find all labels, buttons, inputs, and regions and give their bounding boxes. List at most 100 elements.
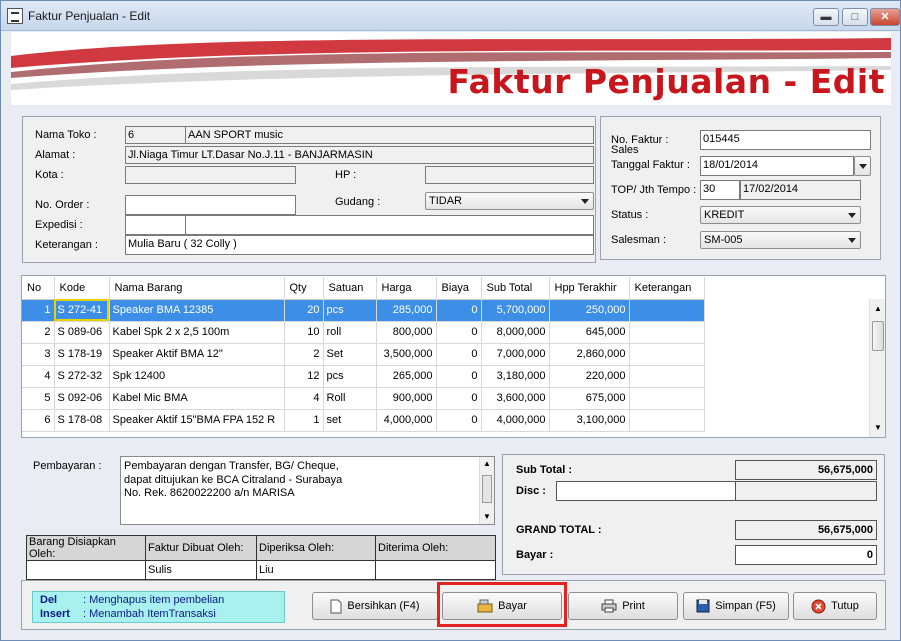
simpan-button[interactable]: Simpan (F5) [683,592,789,620]
col-no[interactable]: No [22,277,55,300]
col-nama-barang[interactable]: Nama Barang [109,277,285,300]
nama-toko-field[interactable]: AAN SPORT music [185,126,594,144]
table-row[interactable]: 2 S 089-06 Kabel Spk 2 x 2,5 100m 10 rol… [22,321,705,344]
cell-harga[interactable]: 4,000,000 [376,409,437,432]
cell-qty[interactable]: 2 [284,343,324,366]
gudang-select[interactable]: TIDAR [425,192,594,210]
keterangan-input[interactable]: Mulia Baru ( 32 Colly ) [125,235,594,255]
cell-nama-barang[interactable]: Spk 12400 [109,365,285,388]
cell-biaya[interactable]: 0 [436,365,482,388]
pembayaran-textarea[interactable]: Pembayaran dengan Transfer, BG/ Cheque, … [120,456,495,525]
cell-kode[interactable]: S 089-06 [54,321,110,344]
col-sub-total[interactable]: Sub Total [481,277,550,300]
cell-nama-barang[interactable]: Speaker BMA 12385 [109,299,285,322]
cell-nama-barang[interactable]: Kabel Spk 2 x 2,5 100m [109,321,285,344]
sign-cell[interactable]: Sulis [145,560,257,580]
maximize-button[interactable]: □ [842,8,868,26]
scroll-thumb[interactable] [872,321,884,351]
cell-harga[interactable]: 285,000 [376,299,437,322]
alamat-label: Alamat : [35,149,76,161]
cell-kode[interactable]: S 178-19 [54,343,110,366]
cell-keterangan[interactable] [629,343,705,366]
cell-satuan[interactable]: pcs [323,299,377,322]
cell-satuan[interactable]: Roll [323,387,377,410]
close-button[interactable]: ✕ [870,8,900,26]
col-biaya[interactable]: Biaya [436,277,482,300]
app-icon [7,8,23,24]
cell-harga[interactable]: 800,000 [376,321,437,344]
cell-keterangan[interactable] [629,299,705,322]
bersihkan-button[interactable]: Bersihkan (F4) [312,592,438,620]
expedisi-code-input[interactable] [125,215,186,235]
cell-satuan[interactable]: pcs [323,365,377,388]
cell-kode[interactable]: S 178-08 [54,409,110,432]
kota-field[interactable] [125,166,296,184]
cell-qty[interactable]: 20 [284,299,324,322]
table-row[interactable]: 6 S 178-08 Speaker Aktif 15"BMA FPA 152 … [22,409,705,432]
cell-kode[interactable]: S 272-41 [54,299,110,322]
cell-keterangan[interactable] [629,409,705,432]
table-row[interactable]: 4 S 272-32 Spk 12400 12 pcs 265,000 0 3,… [22,365,705,388]
minimize-button[interactable]: ▬ [813,8,839,26]
col-keterangan[interactable]: Keterangan [629,277,705,300]
cell-biaya[interactable]: 0 [436,321,482,344]
scroll-up-icon[interactable]: ▲ [874,304,882,313]
no-faktur-input[interactable]: 015445 [700,130,871,150]
textarea-scrollbar[interactable]: ▲ ▼ [479,457,494,524]
nama-toko-code-field[interactable]: 6 [125,126,186,144]
cell-satuan[interactable]: set [323,409,377,432]
cell-biaya[interactable]: 0 [436,299,482,322]
top-input[interactable]: 30 [700,180,740,200]
cell-qty[interactable]: 12 [284,365,324,388]
cell-keterangan[interactable] [629,365,705,388]
bayar-input[interactable]: 0 [735,545,877,565]
sign-cell[interactable] [26,560,146,580]
scroll-thumb[interactable] [482,475,492,503]
expedisi-input[interactable] [185,215,594,235]
tanggal-faktur-input[interactable]: 18/01/2014 [700,156,854,176]
cell-kode[interactable]: S 092-06 [54,387,110,410]
cell-harga[interactable]: 265,000 [376,365,437,388]
cell-satuan[interactable]: Set [323,343,377,366]
cell-nama-barang[interactable]: Speaker Aktif BMA 12" [109,343,285,366]
cell-nama-barang[interactable]: Kabel Mic BMA [109,387,285,410]
cell-nama-barang[interactable]: Speaker Aktif 15"BMA FPA 152 R [109,409,285,432]
cell-harga[interactable]: 3,500,000 [376,343,437,366]
cell-qty[interactable]: 10 [284,321,324,344]
hp-field[interactable] [425,166,594,184]
table-row[interactable]: 3 S 178-19 Speaker Aktif BMA 12" 2 Set 3… [22,343,705,366]
date-picker-button[interactable] [854,156,871,176]
table-row[interactable]: 1 S 272-41 Speaker BMA 12385 20 pcs 285,… [22,299,705,322]
cell-biaya[interactable]: 0 [436,387,482,410]
cell-keterangan[interactable] [629,387,705,410]
sign-cell[interactable]: Liu [256,560,376,580]
tutup-button[interactable]: Tutup [793,592,877,620]
alamat-field[interactable]: Jl.Niaga Timur LT.Dasar No.J.11 - BANJAR… [125,146,594,164]
col-kode[interactable]: Kode [54,277,110,300]
col-qty[interactable]: Qty [284,277,324,300]
grid-scrollbar[interactable]: ▲ ▼ [869,299,885,437]
cell-biaya[interactable]: 0 [436,343,482,366]
items-grid[interactable]: No Kode Nama Barang Qty Satuan Harga Bia… [22,277,705,432]
cell-harga[interactable]: 900,000 [376,387,437,410]
scroll-down-icon[interactable]: ▼ [483,512,491,521]
status-select[interactable]: KREDIT [700,206,861,224]
cell-satuan[interactable]: roll [323,321,377,344]
disc-input[interactable] [556,481,736,501]
scroll-down-icon[interactable]: ▼ [874,423,882,432]
no-order-input[interactable] [125,195,296,215]
cell-biaya[interactable]: 0 [436,409,482,432]
col-satuan[interactable]: Satuan [323,277,377,300]
cell-keterangan[interactable] [629,321,705,344]
print-button[interactable]: Print [568,592,678,620]
cell-qty[interactable]: 4 [284,387,324,410]
bayar-button[interactable]: Bayar [442,592,562,620]
cell-qty[interactable]: 1 [284,409,324,432]
salesman-select[interactable]: SM-005 [700,231,861,249]
scroll-up-icon[interactable]: ▲ [483,459,491,468]
col-harga[interactable]: Harga [376,277,437,300]
table-row[interactable]: 5 S 092-06 Kabel Mic BMA 4 Roll 900,000 … [22,387,705,410]
cell-kode[interactable]: S 272-32 [54,365,110,388]
sign-cell[interactable] [375,560,496,580]
col-hpp-terakhir[interactable]: Hpp Terakhir [549,277,630,300]
